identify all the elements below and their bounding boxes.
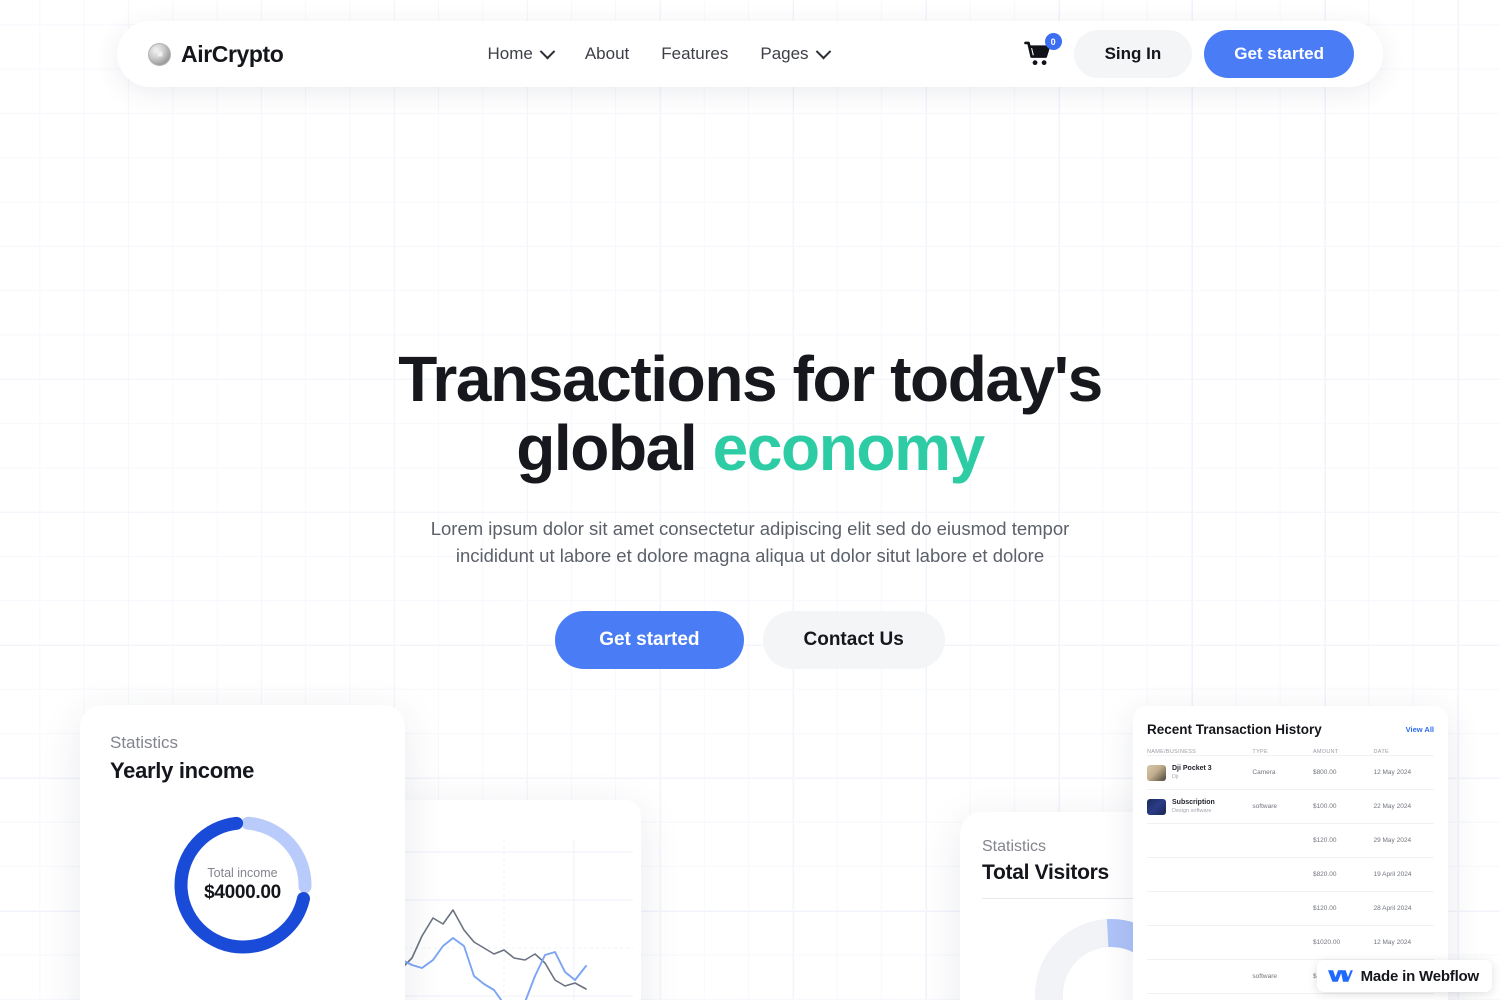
hero-paragraph-line2: incididunt ut labore et dolore magna ali… [455, 545, 1045, 567]
get-started-button[interactable]: Get started [1204, 30, 1354, 78]
chart-series-b [401, 937, 587, 1000]
hero-paragraph-line1: Lorem ipsum dolor sit amet consectetur a… [430, 518, 1070, 540]
nav-item-pages[interactable]: Pages [760, 43, 831, 64]
cart-count-badge: 0 [1044, 33, 1062, 50]
transaction-date: 29 May 2024 [1373, 837, 1412, 844]
transaction-date: 12 May 2024 [1373, 769, 1412, 776]
recent-transaction-history-card: Recent Transaction History View All NAME… [1133, 706, 1448, 1000]
cart-button[interactable]: 0 [1022, 33, 1062, 71]
transaction-date: 19 April 2024 [1373, 871, 1412, 878]
yearly-center-value: $4000.00 [204, 882, 281, 903]
line-chart [401, 840, 633, 1000]
yearly-stat-title: Yearly income [110, 758, 255, 783]
transaction-table-header: NAME/BUSINESS TYPE AMOUNT DATE [1147, 749, 1434, 755]
camera-thumbnail-icon [1147, 764, 1166, 781]
transaction-name-cell: Subscription Design software [1147, 798, 1252, 815]
nav-item-features[interactable]: Features [661, 44, 728, 64]
transaction-type: software [1252, 973, 1277, 980]
hero-heading-line1: Transactions for today's [398, 343, 1103, 415]
transaction-amount: $120.00 [1312, 837, 1337, 844]
nav-item-features-label: Features [661, 44, 729, 63]
hero-get-started-button[interactable]: Get started [555, 610, 744, 669]
chevron-down-icon [815, 43, 831, 59]
transaction-amount: $800.00 [1312, 769, 1337, 776]
sign-in-button[interactable]: Sing In [1073, 30, 1193, 78]
transaction-card-title: Recent Transaction History [1147, 722, 1322, 737]
table-row[interactable]: $120.00 29 May 2024 [1147, 823, 1434, 857]
table-row[interactable]: $120.00 28 April 2024 [1147, 891, 1434, 925]
hero-section: Transactions for today's global economy … [0, 343, 1500, 669]
made-in-webflow-badge[interactable]: Made in Webflow [1316, 960, 1492, 992]
chevron-down-icon [539, 43, 556, 59]
nav-item-home[interactable]: Home [487, 43, 556, 64]
navbar: AirCrypto Home About Features Pages 0 Si… [117, 21, 1383, 87]
webflow-logo-icon [1327, 970, 1353, 982]
nav-item-pages-label: Pages [760, 44, 809, 63]
transaction-amount: $100.00 [1312, 803, 1337, 810]
transaction-date: 28 April 2024 [1373, 905, 1412, 912]
transaction-date: 12 May 2024 [1373, 939, 1412, 946]
nav-item-about-label: About [584, 44, 630, 63]
yearly-donut-center: Total income $4000.00 [168, 866, 318, 904]
column-header-amount: AMOUNT [1312, 749, 1339, 755]
line-chart-card [396, 800, 641, 1000]
crypto-coin-icon [148, 42, 171, 66]
table-row[interactable]: Dji Pocket 3 Dji Camera $800.00 12 May 2… [1147, 755, 1434, 789]
table-row[interactable]: $120.00 29 May 2024 [1147, 993, 1434, 1000]
column-header-type: TYPE [1252, 749, 1268, 755]
hero-paragraph: Lorem ipsum dolor sit amet consectetur a… [0, 516, 1500, 570]
chart-gridlines [404, 840, 633, 1000]
column-header-date: DATE [1373, 749, 1389, 755]
hero-contact-us-button[interactable]: Contact Us [762, 610, 945, 669]
hero-cta-group: Get started Contact Us [0, 610, 1500, 669]
hero-heading: Transactions for today's global economy [0, 343, 1500, 485]
yearly-stat-label: Statistics [110, 733, 179, 752]
transaction-card-header: Recent Transaction History View All [1147, 722, 1434, 737]
nav-links: Home About Features Pages [487, 43, 831, 64]
yearly-income-card: Statistics Yearly income Total income $4… [80, 705, 405, 1000]
brand-logo[interactable]: AirCrypto [148, 40, 284, 68]
transaction-name-cell: Dji Pocket 3 Dji [1147, 764, 1252, 781]
transaction-amount: $120.00 [1312, 905, 1337, 912]
hero-heading-line2-plain: global [516, 412, 713, 485]
yearly-income-donut: Total income $4000.00 [168, 810, 318, 960]
transaction-amount: $820.00 [1312, 871, 1337, 878]
nav-item-about[interactable]: About [585, 44, 629, 64]
view-all-link[interactable]: View All [1406, 725, 1434, 734]
transaction-name: Subscription [1172, 799, 1215, 807]
page-root: AirCrypto Home About Features Pages 0 Si… [0, 0, 1500, 1000]
hero-heading-accent: economy [712, 412, 986, 485]
nav-item-home-label: Home [487, 44, 533, 63]
table-row[interactable]: $1020.00 12 May 2024 [1147, 925, 1434, 959]
transaction-sub: Design software [1172, 807, 1212, 814]
transaction-sub: Dji [1172, 773, 1179, 780]
transaction-date: 22 May 2024 [1373, 803, 1412, 810]
transaction-amount: $1020.00 [1312, 939, 1341, 946]
column-header-name: NAME/BUSINESS [1147, 749, 1197, 755]
table-row[interactable]: $820.00 19 April 2024 [1147, 857, 1434, 891]
transaction-name: Dji Pocket 3 [1172, 765, 1212, 773]
yearly-center-label: Total income [207, 866, 278, 880]
transaction-type: software [1252, 803, 1277, 810]
table-row[interactable]: Subscription Design software software $1… [1147, 789, 1434, 823]
software-thumbnail-icon [1147, 798, 1166, 815]
transaction-type: Camera [1252, 769, 1276, 776]
brand-name: AirCrypto [181, 40, 284, 67]
webflow-badge-label: Made in Webflow [1360, 967, 1480, 985]
chart-series-a [401, 909, 587, 990]
navbar-actions: 0 Sing In Get started [1022, 30, 1354, 78]
